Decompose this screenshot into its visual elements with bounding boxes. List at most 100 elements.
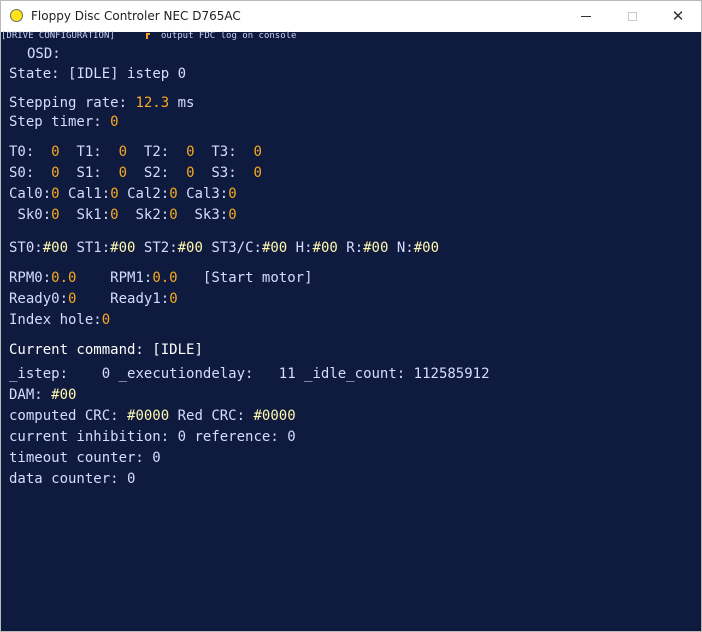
sector-row: S0: 0 S1: 0 S2: 0 S3: 0 [9, 164, 262, 182]
st0-label: ST0: [9, 240, 43, 256]
app-icon [10, 9, 23, 22]
red-crc-value: #0000 [253, 408, 296, 424]
status-registers-row: ST0:#00 ST1:#00 ST2:#00 ST3/C:#00 H:#00 … [9, 239, 439, 257]
t2-label: T2: [143, 144, 170, 160]
dam-value: #00 [51, 387, 77, 403]
cmd-istep-value: 0 [101, 366, 111, 382]
r-label: R: [346, 240, 364, 256]
data-counter-label: data counter: [9, 471, 119, 487]
reference-value: 0 [287, 429, 296, 445]
sk1-label: Sk1: [76, 207, 111, 223]
timeout-counter-label: timeout counter: [9, 450, 144, 466]
dam-row: DAM: #00 [9, 386, 76, 404]
sk0-value: 0 [51, 207, 60, 223]
t0-label: T0: [9, 144, 35, 160]
stepping-rate-label: Stepping rate: [9, 95, 128, 111]
t1-label: T1: [76, 144, 102, 160]
s2-label: S2: [143, 165, 170, 181]
computed-crc-value: #0000 [127, 408, 170, 424]
t3-label: T3: [211, 144, 237, 160]
st0-value: #00 [42, 240, 69, 256]
execution-delay-label: _executiondelay: [118, 366, 254, 382]
cal3-value: 0 [228, 186, 237, 202]
state-row: State: [IDLE] istep 0 [9, 65, 186, 83]
sk3-value: 0 [228, 207, 237, 223]
cal1-value: 0 [110, 186, 119, 202]
timeout-row: timeout counter: 0 [9, 449, 161, 467]
s0-value: 0 [51, 165, 60, 181]
data-counter-row: data counter: 0 [9, 470, 135, 488]
st1-label: ST1: [76, 240, 111, 256]
istep-label: istep [127, 66, 170, 82]
ready1-label: Ready1: [110, 291, 170, 307]
ready0-value: 0 [68, 291, 77, 307]
maximize-button[interactable] [609, 1, 655, 32]
ready-row: Ready0:0 Ready1:0 [9, 290, 178, 308]
close-button[interactable]: ✕ [655, 1, 701, 32]
drive-configuration-menu[interactable]: [DRIVE CONFIGURATION] [1, 31, 115, 41]
sk0-label: Sk0: [17, 207, 52, 223]
st2-value: #00 [177, 240, 203, 256]
h-value: #00 [312, 240, 338, 256]
rpm-row: RPM0:0.0 RPM1:0.0 [Start motor] [9, 269, 313, 287]
current-command-label: Current command: [9, 342, 144, 358]
st3c-label: ST3/C: [211, 240, 262, 256]
cmd-istep-label: _istep: [9, 366, 69, 382]
timeout-counter-value: 0 [152, 450, 161, 466]
start-motor-button[interactable]: [Start motor] [203, 270, 313, 286]
s2-value: 0 [186, 165, 195, 181]
step-timer-label: Step timer: [9, 114, 102, 130]
cal0-value: 0 [51, 186, 60, 202]
st1-value: #00 [110, 240, 136, 256]
stepping-rate-row: Stepping rate: 12.3 ms [9, 94, 194, 112]
index-hole-row: Index hole:0 [9, 311, 110, 329]
idle-count-value: 112585912 [413, 366, 490, 382]
dam-label: DAM: [9, 387, 43, 403]
step-timer-value: 0 [110, 114, 119, 130]
sk2-value: 0 [169, 207, 178, 223]
ready0-label: Ready0: [9, 291, 69, 307]
rpm1-label: RPM1: [110, 270, 153, 286]
cal3-label: Cal3: [186, 186, 229, 202]
cal1-label: Cal1: [68, 186, 111, 202]
title-bar[interactable]: Floppy Disc Controler NEC D765AC ✕ [1, 1, 701, 32]
sk1-value: 0 [110, 207, 119, 223]
idle-count-label: _idle_count: [304, 366, 406, 382]
step-timer-row: Step timer: 0 [9, 113, 119, 131]
index-hole-label: Index hole: [9, 312, 102, 328]
app-window: Floppy Disc Controler NEC D765AC ✕ [DRIV… [0, 0, 702, 632]
stepping-rate-value[interactable]: 12.3 [135, 95, 169, 111]
rpm0-label: RPM0: [9, 270, 52, 286]
minimize-icon [581, 16, 591, 17]
rpm1-value: 0.0 [152, 270, 178, 286]
seek-row: Sk0:0 Sk1:0 Sk2:0 Sk3:0 [9, 206, 237, 224]
n-label: N: [396, 240, 414, 256]
t3-value: 0 [253, 144, 262, 160]
osd-label: OSD: [27, 46, 61, 62]
execution-delay-value: 11 [278, 366, 296, 382]
t2-value: 0 [186, 144, 195, 160]
reference-label: reference: [194, 429, 279, 445]
h-label: H: [295, 240, 313, 256]
s0-label: S0: [9, 165, 35, 181]
current-command-value: [IDLE] [152, 342, 203, 358]
red-crc-label: Red CRC: [177, 408, 246, 424]
n-value: #00 [413, 240, 440, 256]
t1-value: 0 [118, 144, 128, 160]
index-hole-value: 0 [101, 312, 111, 328]
calibration-row: Cal0:0 Cal1:0 Cal2:0 Cal3:0 [9, 185, 237, 203]
minimize-button[interactable] [563, 1, 609, 32]
cal0-label: Cal0: [9, 186, 52, 202]
crc-row: computed CRC: #0000 Red CRC: #0000 [9, 407, 296, 425]
r-value: #00 [363, 240, 389, 256]
istep-value: 0 [177, 66, 187, 82]
t0-value: 0 [51, 144, 60, 160]
checkbox-icon[interactable] [146, 33, 150, 39]
log-toggle-label[interactable]: output FDC log on console [161, 31, 296, 41]
ready1-value: 0 [169, 291, 178, 307]
st2-label: ST2: [143, 240, 178, 256]
controller-panel: [DRIVE CONFIGURATION] output FDC log on … [1, 31, 701, 631]
current-command-row: Current command: [IDLE] [9, 341, 203, 359]
s3-label: S3: [211, 165, 237, 181]
sk3-label: Sk3: [194, 207, 229, 223]
